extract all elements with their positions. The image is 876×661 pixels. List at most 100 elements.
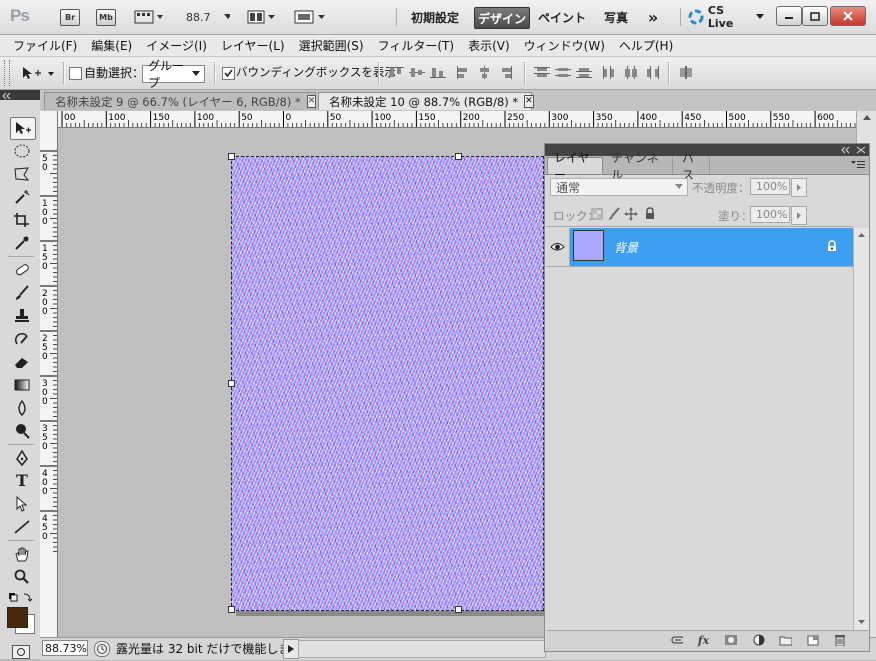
eyedropper-tool-button[interactable]	[10, 232, 34, 253]
crop-tool-button[interactable]	[10, 209, 34, 230]
layer-thumbnail[interactable]	[573, 230, 604, 261]
workspace-design[interactable]: デザイン	[474, 7, 530, 29]
tab-paths[interactable]: パス	[676, 151, 710, 182]
zoom-level-dropdown[interactable]: 88.7	[186, 8, 230, 26]
menu-help[interactable]: ヘルプ(H)	[612, 37, 680, 54]
zoom-tool-button[interactable]	[10, 566, 34, 587]
foreground-color-swatch[interactable]	[7, 607, 28, 628]
align-right-edges-icon[interactable]	[498, 66, 514, 79]
opacity-slider-button[interactable]	[791, 178, 807, 197]
close-tab-icon[interactable]: ✕	[524, 95, 534, 108]
lock-all-icon[interactable]	[643, 206, 657, 220]
tools-panel-header[interactable]	[0, 90, 40, 100]
blend-mode-dropdown[interactable]: 通常	[550, 178, 688, 196]
lock-position-icon[interactable]	[624, 207, 638, 221]
launch-bridge-button[interactable]: Br	[60, 8, 80, 26]
align-left-edges-icon[interactable]	[456, 66, 472, 79]
view-extras-dropdown[interactable]	[132, 8, 166, 26]
tab-channels[interactable]: チャンネル	[605, 151, 673, 182]
show-bounding-box-checkbox[interactable]	[222, 67, 235, 80]
new-layer-icon[interactable]	[806, 634, 819, 646]
workspace-essentials[interactable]: 初期設定	[402, 7, 468, 27]
adjustment-layer-icon[interactable]	[752, 634, 765, 646]
scroll-up-arrow-icon[interactable]	[857, 111, 876, 125]
distribute-right-edges-icon[interactable]	[644, 66, 660, 79]
fill-slider-button[interactable]	[791, 206, 807, 225]
document-canvas[interactable]	[231, 156, 544, 611]
menu-select[interactable]: 選択範囲(S)	[292, 37, 371, 54]
marquee-tool-button[interactable]	[10, 140, 34, 161]
menu-view[interactable]: 表示(V)	[461, 37, 517, 54]
tab-document-9[interactable]: 名称未設定 9 @ 66.7% (レイヤー 6, RGB/8) * ✕	[44, 92, 317, 110]
workspace-painting[interactable]: ペイント	[536, 7, 588, 27]
status-zoom-input[interactable]: 88.73%	[42, 640, 88, 656]
horizontal-ruler[interactable]: 00 100 150 100 50 0 50 100 150 200 250 300 350 400 450…	[58, 111, 856, 128]
quick-selection-tool-button[interactable]	[10, 186, 34, 207]
screen-mode-dropdown[interactable]	[292, 8, 330, 26]
close-window-button[interactable]	[830, 6, 866, 26]
arrange-documents-dropdown[interactable]	[246, 8, 278, 26]
menu-window[interactable]: ウィンドウ(W)	[517, 37, 612, 54]
transform-handle-bottom-left[interactable]	[228, 606, 235, 613]
options-bar-grip[interactable]	[4, 60, 10, 86]
line-tool-button[interactable]	[10, 516, 34, 537]
eraser-tool-button[interactable]	[10, 351, 34, 372]
layer-visibility-toggle[interactable]	[546, 228, 570, 266]
delete-layer-trash-icon[interactable]	[833, 634, 846, 646]
canvas-horizontal-scrollbar[interactable]	[298, 640, 546, 658]
transform-handle-middle-left[interactable]	[228, 380, 235, 387]
layer-style-fx-icon[interactable]: fx	[697, 634, 710, 647]
menu-file[interactable]: ファイル(F)	[6, 37, 84, 54]
blur-tool-button[interactable]	[10, 397, 34, 418]
path-selection-tool-button[interactable]	[10, 493, 34, 514]
distribute-left-edges-icon[interactable]	[602, 66, 618, 79]
distribute-vertical-centers-icon[interactable]	[555, 66, 571, 79]
auto-align-layers-icon[interactable]	[678, 66, 694, 79]
menu-layer[interactable]: レイヤー(L)	[214, 37, 292, 54]
align-vertical-centers-icon[interactable]	[409, 66, 425, 79]
dodge-tool-button[interactable]	[10, 420, 34, 441]
panel-menu-icon[interactable]	[850, 159, 866, 171]
brush-tool-button[interactable]	[10, 282, 34, 303]
auto-select-target-dropdown[interactable]: グループ	[142, 59, 205, 90]
status-menu-button[interactable]	[283, 639, 299, 659]
menu-image[interactable]: イメージ(I)	[139, 37, 214, 54]
minimize-window-button[interactable]	[776, 6, 802, 26]
distribute-bottom-edges-icon[interactable]	[576, 66, 592, 79]
cs-live-dropdown[interactable]: CS Live	[688, 4, 764, 30]
tab-document-10[interactable]: 名称未設定 10 @ 88.7% (RGB/8) * ✕	[318, 92, 534, 110]
lock-transparent-pixels-icon[interactable]	[590, 207, 604, 221]
color-swatch-controls[interactable]	[8, 592, 34, 604]
align-top-edges-icon[interactable]	[388, 66, 404, 79]
maximize-window-button[interactable]	[802, 6, 828, 26]
align-bottom-edges-icon[interactable]	[430, 66, 446, 79]
tool-preset-picker[interactable]	[20, 64, 60, 82]
move-tool-button[interactable]	[10, 117, 36, 140]
fill-input[interactable]: 100%	[750, 206, 790, 223]
type-tool-button[interactable]: T	[10, 470, 34, 491]
align-horizontal-centers-icon[interactable]	[477, 66, 493, 79]
history-brush-tool-button[interactable]	[10, 328, 34, 349]
more-workspaces-button[interactable]: »	[640, 7, 666, 27]
pen-tool-button[interactable]	[10, 447, 34, 468]
status-info-button[interactable]	[94, 641, 110, 657]
link-layers-icon[interactable]	[670, 634, 683, 646]
distribute-top-edges-icon[interactable]	[534, 66, 550, 79]
tab-layers[interactable]: レイヤー	[547, 151, 603, 182]
healing-brush-tool-button[interactable]	[10, 259, 34, 280]
new-group-folder-icon[interactable]	[779, 634, 792, 646]
launch-minibridge-button[interactable]: Mb	[96, 8, 116, 26]
ruler-origin[interactable]	[40, 111, 58, 128]
hand-tool-button[interactable]	[10, 543, 34, 564]
clone-stamp-tool-button[interactable]	[10, 305, 34, 326]
opacity-input[interactable]: 100%	[750, 178, 790, 195]
lock-image-pixels-icon[interactable]	[607, 207, 621, 221]
transform-handle-top-left[interactable]	[228, 153, 235, 160]
menu-edit[interactable]: 編集(E)	[84, 37, 139, 54]
vertical-ruler[interactable]: 50100150200250300350400450	[40, 127, 58, 637]
quick-mask-button[interactable]	[12, 645, 30, 659]
transform-handle-top-center[interactable]	[455, 153, 462, 160]
workspace-photography[interactable]: 写真	[596, 7, 636, 27]
close-tab-icon[interactable]: ✕	[306, 95, 317, 108]
gradient-tool-button[interactable]	[10, 374, 34, 395]
